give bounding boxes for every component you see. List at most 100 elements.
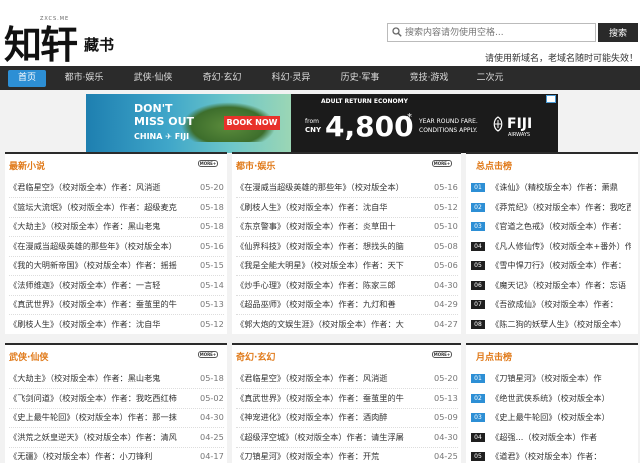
rank-number-badge: 05: [471, 452, 485, 461]
fiji-airways-logo-icon: [493, 116, 503, 132]
adchoices-icon[interactable]: [546, 95, 556, 103]
list-item[interactable]: 《东京警事》（校对版全本）作者：炎草田十: [236, 217, 430, 236]
ad-line2: MISS OUT: [134, 115, 195, 128]
logo-main-text: 知轩: [4, 22, 78, 67]
rank-number-badge: 05: [471, 261, 485, 270]
ad-price: 4,800: [325, 110, 414, 143]
ad-from: from: [305, 118, 319, 125]
ad-line3: CHINA ✈ FIJI: [134, 132, 190, 141]
list-item[interactable]: 《我的大明新帝国》（校对版全本）作者：摇摇: [9, 256, 197, 275]
list-item[interactable]: 《刀镇星河》（校对版全本）作者：开荒: [236, 447, 430, 463]
list-item-date: 05-10: [434, 221, 458, 231]
nav-wuxia[interactable]: 武侠·仙侠: [124, 70, 182, 87]
ad-line1: DON'T: [134, 102, 173, 115]
list-item-date: 05-20: [200, 182, 224, 192]
panel-title[interactable]: 武侠·仙侠: [9, 350, 48, 363]
domain-notice: 请使用新域名，老域名随时可能失效！: [484, 54, 638, 64]
list-item[interactable]: 《无疆》（校对版全本）作者：小刀锋利: [9, 447, 197, 463]
rank-number-badge: 06: [471, 280, 485, 290]
rank-item[interactable]: 《莽荒纪》（校对版全本）作者：我吃西: [491, 198, 631, 217]
nav-games[interactable]: 竞技·游戏: [400, 70, 458, 87]
list-item[interactable]: 《大劫主》（校对版全本）作者：黑山老鬼: [9, 217, 197, 236]
list-item[interactable]: 《飞剑问道》（校对版全本）作者：我吃西红柿: [9, 389, 197, 408]
list-item[interactable]: 《君临星空》（校对版全本）作者：风消逝: [236, 369, 430, 388]
list-item[interactable]: 《真武世界》（校对版全本）作者：蚕茧里的牛: [9, 295, 197, 314]
list-item[interactable]: 《炒手心理》（校对版全本）作者：陈家三郎: [236, 276, 430, 295]
list-item-date: 05-13: [434, 392, 458, 403]
rank-item[interactable]: 《诛仙》（精校版全本）作者：萧鼎: [491, 178, 631, 197]
list-item[interactable]: 《洪荒之妖皇逆天》（校对版全本）作者：清风: [9, 428, 197, 447]
logo-sub-text: 藏书: [84, 36, 115, 54]
rank-item[interactable]: 《陈二狗的妖孽人生》（校对版全本）: [491, 315, 631, 334]
list-item[interactable]: 《超品巫师》（校对版全本）作者：九灯和善: [236, 295, 430, 314]
list-item[interactable]: 《史上最牛轮回》（校对版全本）作者：那一抹: [9, 408, 197, 427]
nav-acg[interactable]: 二次元: [468, 70, 512, 87]
ad-fare-line1: YEAR ROUND FARE.: [419, 118, 478, 125]
rank-item[interactable]: 《雪中悍刀行》（校对版全本）作者：: [491, 256, 631, 275]
ad-economy: ADULT RETURN ECONOMY: [321, 98, 408, 105]
search-button[interactable]: 搜索: [598, 23, 638, 42]
list-item[interactable]: 《篮坛大流氓》（校对版全本）作者：超级麦克: [9, 198, 197, 217]
rank-item[interactable]: 《绝世武侠系统》（校对版全本）: [491, 389, 631, 408]
search-input[interactable]: [405, 24, 593, 41]
list-item-date: 04-25: [200, 431, 224, 442]
list-item[interactable]: 《神宠进化》（校对版全本）作者：酒肉醉: [236, 408, 430, 427]
ad-banner[interactable]: DON'T MISS OUT CHINA ✈ FIJI BOOK NOW ADU…: [86, 94, 558, 153]
list-item-date: 05-16: [200, 240, 224, 251]
rank-item[interactable]: 《道君》（校对版全本）作者：: [491, 447, 631, 463]
ad-asterisk: *: [407, 112, 412, 123]
rank-number-badge: 01: [471, 183, 485, 192]
list-item-date: 04-27: [434, 318, 458, 329]
rank-number-badge: 08: [471, 319, 485, 329]
list-item[interactable]: 《仙界科技》（校对版全本）作者：想找头的脑: [236, 237, 430, 256]
list-item-date: 05-09: [434, 412, 458, 422]
site-logo[interactable]: 知轩 ZXCS.ME 藏书: [4, 10, 134, 67]
rank-item[interactable]: 《凡人修仙传》（校对版全本+番外）作: [491, 237, 631, 256]
ad-brand: FIJI: [507, 116, 533, 132]
panel-fantasy: 奇幻·玄幻 MORE+ 《君临星空》（校对版全本）作者：风消逝 05-20 《真武世…: [232, 343, 461, 463]
more-button[interactable]: MORE+: [432, 351, 452, 358]
panel-title[interactable]: 奇幻·玄幻: [236, 350, 275, 363]
rank-number-badge: 07: [471, 300, 485, 309]
list-item[interactable]: 《在漫威当超级英雄的那些年》（校对版全本）: [236, 178, 430, 197]
rank-item[interactable]: 《史上最牛轮回》（校对版全本）: [491, 408, 631, 427]
list-item[interactable]: 《真武世界》（校对版全本）作者：蚕茧里的牛: [236, 389, 430, 408]
list-item[interactable]: 《法师维迦》（校对版全本）作者：一言轻: [9, 276, 197, 295]
panel-wuxia: 武侠·仙侠 MORE+ 《大劫主》（校对版全本）作者：黑山老鬼 05-18 《飞剑问…: [5, 343, 227, 463]
panel-title[interactable]: 都市·娱乐: [236, 159, 275, 172]
list-item-date: 04-30: [434, 279, 458, 290]
list-item[interactable]: 《我是全能大明星》（校对版全本）作者：天下: [236, 256, 430, 275]
list-item[interactable]: 《郭大炮的文娱生涯》（校对版全本）作者：大: [236, 315, 430, 334]
list-item[interactable]: 《刷枝人生》（校对版全本）作者：沈自华: [9, 315, 197, 334]
nav-urban[interactable]: 都市·娱乐: [56, 70, 112, 87]
rank-item[interactable]: 《超强...（校对版全本）作者: [491, 428, 631, 447]
more-button[interactable]: MORE+: [198, 160, 218, 167]
list-item[interactable]: 《刷枝人生》（校对版全本）作者：沈自华: [236, 198, 430, 217]
ad-fare-line2: CONDITIONS APPLY.: [419, 127, 478, 134]
logo-en-text: ZXCS.ME: [40, 16, 70, 22]
nav-home[interactable]: 首页: [8, 70, 46, 87]
rank-number-badge: 03: [471, 413, 485, 422]
list-item-date: 05-18: [200, 201, 224, 212]
nav-fantasy[interactable]: 奇幻·玄幻: [193, 70, 251, 87]
rank-number-badge: 02: [471, 393, 485, 403]
list-item[interactable]: 《君临星空》（校对版全本）作者：风消逝: [9, 178, 197, 197]
rank-item[interactable]: 《官道之色戒》（校对版全本）作者：: [491, 217, 631, 236]
nav-history[interactable]: 历史·军事: [331, 70, 389, 87]
rank-item[interactable]: 《魔天记》（校对版全本）作者：忘语: [491, 276, 631, 295]
list-item-date: 05-08: [434, 240, 458, 251]
rank-item[interactable]: 《刀镇星河》（校对版全本）作: [491, 369, 631, 388]
nav-scifi[interactable]: 科幻·灵异: [262, 70, 320, 87]
list-item[interactable]: 《大劫主》（校对版全本）作者：黑山老鬼: [9, 369, 197, 388]
panel-title[interactable]: 最新小说: [9, 159, 45, 172]
list-item-date: 05-14: [200, 279, 224, 290]
panel-title: 月点击榜: [476, 353, 513, 363]
ad-book-now-button[interactable]: BOOK NOW: [224, 116, 280, 130]
rank-item[interactable]: 《吾欲成仙》（校对版全本）作者：: [491, 295, 631, 314]
ad-image-beach: DON'T MISS OUT CHINA ✈ FIJI BOOK NOW: [86, 94, 291, 153]
search-icon: [392, 27, 402, 37]
more-button[interactable]: MORE+: [198, 351, 218, 358]
more-button[interactable]: MORE+: [432, 160, 452, 167]
list-item[interactable]: 《超级浮空城》（校对版全本）作者：请生浮屠: [236, 428, 430, 447]
list-item[interactable]: 《在漫威当超级英雄的那些年》（校对版全本）: [9, 237, 197, 256]
